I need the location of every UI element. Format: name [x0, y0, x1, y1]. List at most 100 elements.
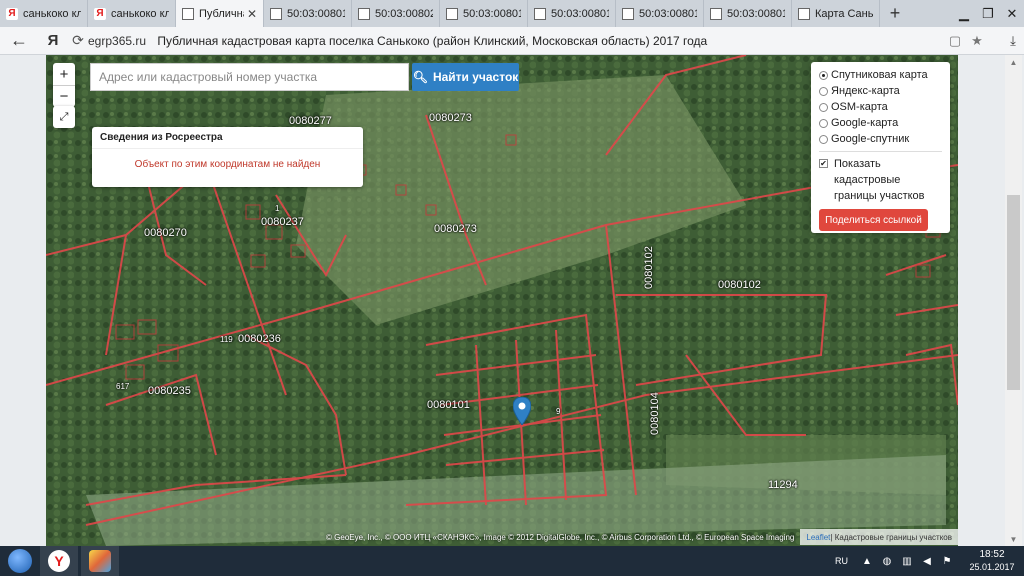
windows-taskbar: Y RU ▲ ◍ ▥ ◀ ⚑ 18:52 25.01.2017 — [0, 546, 1024, 576]
cadastral-search-input[interactable]: Адрес или кадастровый номер участка — [90, 63, 409, 91]
yandex-logo-icon[interactable]: Я — [38, 32, 68, 49]
browser-tab[interactable]: 50:03:00801 — [616, 0, 704, 27]
show-boundaries-label: Показать кадастровые границы участков — [834, 158, 925, 202]
map-attribution: © GeoEye, Inc., © ООО ИТЦ «СКАНЭКС», Ima… — [46, 528, 958, 546]
document-icon — [270, 7, 282, 20]
scroll-thumb[interactable] — [1007, 195, 1020, 390]
leaflet-attribution: Leaflet | Кадастровые границы участков — [800, 529, 958, 545]
parcel-number-label: 0080273 — [429, 112, 472, 124]
browser-tab[interactable]: 50:03:00801 — [704, 0, 792, 27]
tab-title: 50:03:00801 — [463, 7, 521, 20]
taskbar-paint[interactable] — [81, 546, 119, 576]
tab-title: 50:03:00801 — [639, 7, 697, 20]
radio-icon[interactable] — [819, 70, 828, 80]
address-bar: ← Я ⟳ egrp365.ru Публичная кадастровая к… — [0, 27, 1024, 55]
find-parcel-button[interactable]: 🔍︎ Найти участок — [412, 63, 519, 91]
layer-option[interactable]: Спутниковая карта — [819, 67, 942, 83]
cadastral-map[interactable]: 0080277 0080273 0080270 0080237 0080273 00801… — [46, 55, 958, 546]
system-tray: RU ▲ ◍ ▥ ◀ ⚑ 18:52 25.01.2017 — [835, 546, 1024, 576]
paint-icon — [89, 550, 111, 572]
radio-icon[interactable] — [819, 118, 828, 128]
zoom-control: + − — [53, 63, 75, 107]
network-icon[interactable]: ▥ — [900, 555, 914, 567]
parcel-number-label: 0080237 — [261, 216, 304, 228]
zoom-out-button[interactable]: − — [53, 85, 75, 107]
scroll-up-icon[interactable]: ▲ — [1005, 55, 1022, 69]
layer-option[interactable]: Google-спутник — [819, 131, 942, 147]
radio-icon[interactable] — [819, 134, 828, 144]
windows-logo-icon — [8, 549, 32, 573]
parcel-number-label: 11294 — [768, 479, 798, 491]
browser-tab[interactable]: 50:03:00801 — [264, 0, 352, 27]
parcel-number-label: 0080102 — [718, 279, 761, 291]
yandex-icon: Я — [6, 7, 18, 20]
flag-icon[interactable]: ⚑ — [940, 555, 954, 567]
tab-title: Публичная — [199, 7, 244, 20]
parcel-number-label: 119 — [220, 335, 233, 344]
lock-icon[interactable]: ▢ — [944, 33, 966, 49]
show-boundaries-checkbox[interactable]: ✔ Показать кадастровые границы участков — [819, 156, 942, 204]
url-field[interactable]: egrp365.ru Публичная кадастровая карта п… — [88, 34, 707, 48]
layer-option-label: OSM-карта — [831, 101, 888, 113]
tab-title: 50:03:00801 — [287, 7, 345, 20]
browser-tab[interactable]: Ясанькоко кл — [0, 0, 88, 27]
parcel-number-label: 0080102 — [643, 246, 655, 289]
radio-icon[interactable] — [819, 102, 828, 112]
checkbox-icon[interactable]: ✔ — [819, 159, 828, 168]
language-indicator[interactable]: RU — [835, 556, 848, 566]
scroll-down-icon[interactable]: ▼ — [1005, 532, 1022, 546]
browser-tab[interactable]: 50:03:00801 — [440, 0, 528, 27]
close-window-icon[interactable]: ✕ — [1000, 0, 1024, 27]
search-icon: 🔍︎ — [412, 70, 428, 84]
location-marker-icon[interactable] — [513, 397, 531, 425]
layer-switcher: Спутниковая карта Яндекс-карта OSM-карта Go… — [811, 62, 950, 233]
tray-expand-icon[interactable]: ▲ — [860, 555, 874, 567]
bookmark-star-icon[interactable]: ★ — [966, 33, 988, 49]
taskbar-yandex-browser[interactable]: Y — [40, 546, 78, 576]
parcel-number-label: 0080236 — [238, 333, 281, 345]
imagery-copyright: © GeoEye, Inc., © ООО ИТЦ «СКАНЭКС», Ima… — [326, 532, 795, 542]
tab-title: 50:03:00801 — [551, 7, 609, 20]
layer-option[interactable]: Яндекс-карта — [819, 83, 942, 99]
info-message: Объект по этим координатам не найден — [134, 159, 321, 170]
clock-time: 18:52 — [979, 549, 1005, 560]
tab-title: санькоко кл — [23, 7, 81, 20]
browser-tab[interactable]: 50:03:00802 — [352, 0, 440, 27]
clock[interactable]: 18:52 25.01.2017 — [960, 549, 1024, 573]
parcel-number-label: 0080270 — [144, 227, 187, 239]
tab-title: 50:03:00802 — [375, 7, 433, 20]
layer-option[interactable]: Google-карта — [819, 115, 942, 131]
restore-icon[interactable]: ❐ — [976, 0, 1000, 27]
info-title: Сведения из Росреестра — [92, 127, 363, 149]
document-icon — [446, 7, 458, 20]
radio-icon[interactable] — [819, 86, 828, 96]
page-scrollbar[interactable]: ▲ ▼ — [1005, 55, 1022, 546]
browser-tab[interactable]: 50:03:00801 — [528, 0, 616, 27]
url-domain: egrp365.ru — [88, 33, 147, 48]
browser-tab[interactable]: Публичная✕ — [176, 0, 264, 27]
antivirus-icon[interactable]: ◍ — [880, 555, 894, 567]
parcel-number-label: 9 — [556, 407, 561, 416]
cadastral-boundaries-credit: | Кадастровые границы участков — [830, 532, 952, 542]
minimize-icon[interactable]: ▁ — [952, 0, 976, 27]
leaflet-link[interactable]: Leaflet — [806, 533, 830, 542]
browser-tab[interactable]: Ясанькоко кл — [88, 0, 176, 27]
parcel-number-label: 1 — [275, 204, 280, 213]
download-icon[interactable]: ⤓ — [1002, 33, 1024, 49]
close-tab-icon[interactable]: ✕ — [247, 7, 257, 21]
reload-icon[interactable]: ⟳ — [68, 32, 88, 49]
back-button[interactable]: ← — [0, 30, 38, 51]
browser-tab[interactable]: Карта Саньк — [792, 0, 880, 27]
share-link-button[interactable]: Поделиться ссылкой — [819, 209, 928, 231]
layer-option[interactable]: OSM-карта — [819, 99, 942, 115]
parcel-number-label: 617 — [116, 382, 130, 391]
document-icon — [182, 7, 194, 20]
new-tab-button[interactable]: + — [880, 0, 910, 27]
volume-icon[interactable]: ◀ — [920, 555, 934, 567]
rosreestr-info-popup: Сведения из Росреестра Объект по этим ко… — [92, 127, 363, 187]
start-button[interactable] — [0, 546, 40, 576]
yandex-icon: Я — [94, 7, 106, 20]
fullscreen-icon[interactable]: ⤢ — [53, 106, 75, 128]
layer-option-label: Яндекс-карта — [831, 85, 900, 97]
zoom-in-button[interactable]: + — [53, 63, 75, 85]
